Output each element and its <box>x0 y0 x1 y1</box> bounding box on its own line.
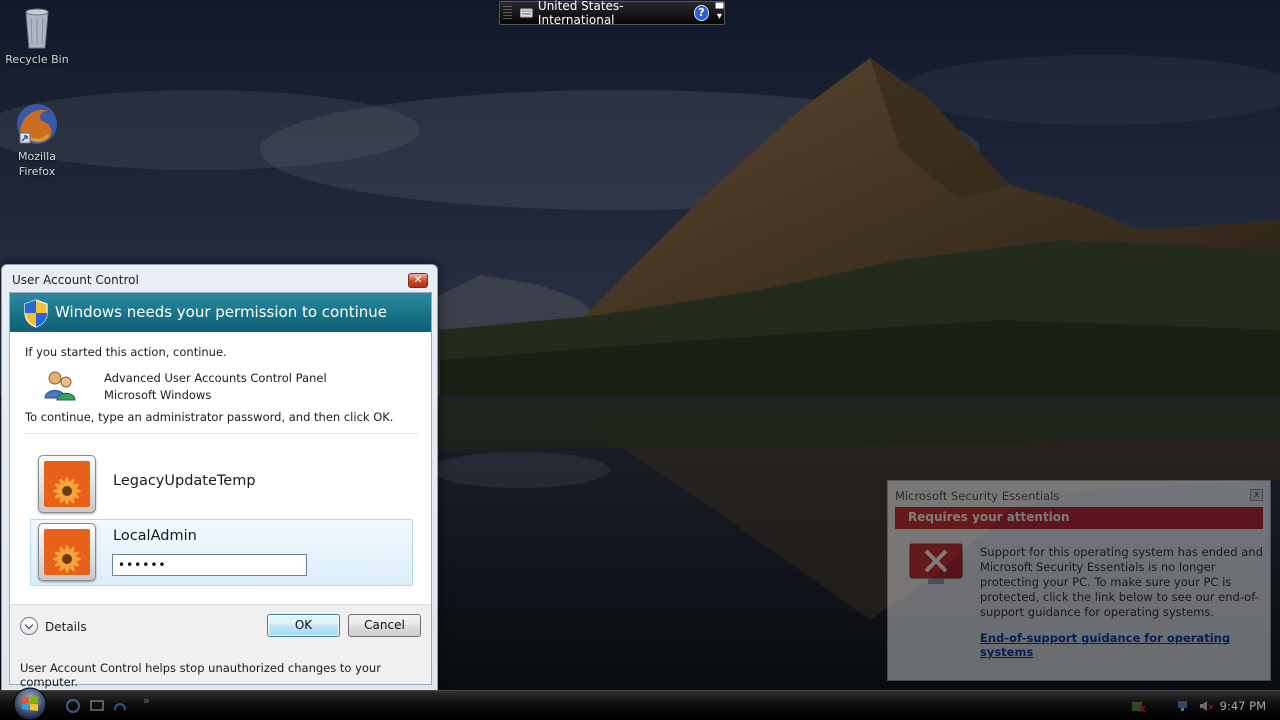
language-bar-options-button[interactable]: ▀ ▾ <box>715 5 724 22</box>
details-expand-icon[interactable] <box>20 617 38 635</box>
program-publisher: Microsoft Windows <box>104 388 212 402</box>
mse-close-button[interactable]: x <box>1250 489 1263 501</box>
program-name: Advanced User Accounts Control Panel <box>104 371 327 385</box>
recycle-bin-icon <box>25 8 49 49</box>
user-picture-frame <box>38 523 96 581</box>
uac-titlebar[interactable]: User Account Control ✕ <box>2 265 437 290</box>
recycle-bin-desktop-icon[interactable]: Recycle Bin <box>5 4 69 67</box>
uac-footer-note: User Account Control helps stop unauthor… <box>20 661 381 689</box>
uac-client-area: Windows needs your permission to continu… <box>9 292 432 689</box>
ie-icon[interactable] <box>65 698 81 714</box>
uac-footer: Details OK Cancel User Account Control h… <box>10 604 431 689</box>
cancel-button[interactable]: Cancel <box>348 614 421 637</box>
mse-message: Support for this operating system has en… <box>980 545 1263 619</box>
switch-windows-icon[interactable] <box>112 698 128 714</box>
user-accounts-icon <box>44 371 76 401</box>
flower-avatar-icon <box>44 461 90 507</box>
firefox-icon <box>17 104 57 144</box>
mse-title: Microsoft Security Essentials <box>895 489 1060 503</box>
user-picture-frame <box>38 455 96 513</box>
language-bar-grip[interactable] <box>503 6 513 20</box>
uac-instruction-text: To continue, type an administrator passw… <box>25 410 394 424</box>
uac-shield-icon <box>24 299 48 328</box>
help-icon[interactable]: ? <box>694 5 709 21</box>
language-bar[interactable]: United States-International ? ▀ ▾ <box>499 0 725 27</box>
error-icon <box>909 543 963 584</box>
input-language-label[interactable]: United States-International <box>538 0 686 27</box>
user-name-legacyupdatetemp: LegacyUpdateTemp <box>113 473 256 489</box>
taskbar-clock[interactable]: 9:47 PM <box>1220 699 1266 713</box>
uac-intro-text: If you started this action, continue. <box>25 345 227 359</box>
start-button[interactable] <box>8 684 52 720</box>
close-button[interactable]: ✕ <box>408 273 428 288</box>
uac-dialog: User Account Control ✕ Windows needs you… <box>1 264 438 691</box>
end-of-support-link[interactable]: End-of-support guidance for operating sy… <box>980 631 1270 659</box>
uac-heading: Windows needs your permission to continu… <box>55 303 388 321</box>
keyboard-icon <box>520 8 533 18</box>
flower-avatar-icon <box>44 529 90 575</box>
ok-button[interactable]: OK <box>267 614 340 637</box>
firefox-desktop-icon[interactable]: Mozilla Firefox <box>5 101 69 179</box>
user-name-localadmin: LocalAdmin <box>113 528 197 544</box>
firefox-label: Mozilla Firefox <box>18 150 56 178</box>
volume-icon[interactable] <box>1198 698 1214 714</box>
taskbar: » 9:47 PM <box>0 687 1280 720</box>
recycle-bin-label: Recycle Bin <box>5 53 69 66</box>
quick-launch-more[interactable]: » <box>143 694 150 707</box>
action-center-warning-icon[interactable] <box>1130 698 1146 714</box>
notification-area: 9:47 PM <box>1124 691 1280 720</box>
network-icon[interactable] <box>1176 698 1192 714</box>
details-label[interactable]: Details <box>45 620 87 634</box>
uac-header-banner: Windows needs your permission to continu… <box>10 293 431 332</box>
uac-divider <box>24 433 418 434</box>
show-desktop-icon[interactable] <box>89 698 105 714</box>
uac-window-title: User Account Control <box>12 273 139 287</box>
mse-attention-banner: Requires your attention <box>895 507 1263 529</box>
password-field[interactable] <box>112 554 307 576</box>
mse-notification: Microsoft Security Essentials x Requires… <box>887 480 1271 681</box>
